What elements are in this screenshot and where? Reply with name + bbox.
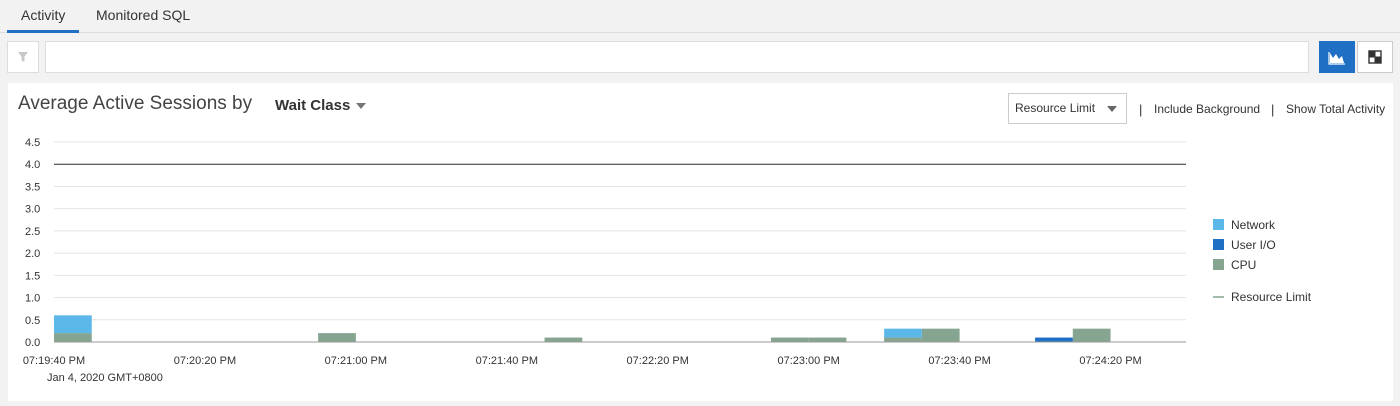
- x-tick-label: 07:22:20 PM: [627, 355, 689, 367]
- bar-cpu: [318, 333, 356, 342]
- y-tick-label: 0.5: [25, 315, 40, 327]
- x-tick-label: 07:19:40 PM: [23, 355, 85, 367]
- y-tick-label: 4.0: [25, 159, 40, 171]
- y-tick-label: 2.0: [25, 248, 40, 260]
- bar-cpu: [544, 337, 583, 342]
- legend-label: CPU: [1231, 258, 1256, 272]
- x-tick-label: 07:24:20 PM: [1079, 355, 1141, 367]
- legend-label: User I/O: [1231, 238, 1276, 252]
- legend-swatch: [1213, 219, 1224, 230]
- legend-label: Resource Limit: [1231, 290, 1312, 304]
- y-tick-label: 1.5: [25, 270, 40, 282]
- y-tick-label: 3.5: [25, 181, 40, 193]
- y-tick-label: 4.5: [25, 137, 40, 149]
- legend-swatch: [1213, 259, 1224, 270]
- y-tick-label: 2.5: [25, 226, 40, 238]
- x-tick-label: 07:20:20 PM: [174, 355, 236, 367]
- x-tick-label: 07:23:00 PM: [777, 355, 839, 367]
- bar-cpu: [54, 333, 92, 342]
- y-tick-label: 3.0: [25, 204, 40, 216]
- x-date-label: Jan 4, 2020 GMT+0800: [47, 372, 163, 384]
- y-tick-label: 0.0: [25, 337, 40, 349]
- bar-network: [54, 315, 92, 334]
- y-tick-label: 1.0: [25, 293, 40, 305]
- bar-user-i-o: [1035, 337, 1073, 342]
- legend-swatch: [1213, 239, 1224, 250]
- bar-cpu: [770, 337, 809, 342]
- bar-cpu: [884, 337, 922, 342]
- x-tick-label: 07:21:40 PM: [476, 355, 538, 367]
- average-active-sessions-chart: 0.0 0.5 1.0 1.5 2.0 2.5 3.0 3.5 4.0 4.5 07:19:40 P…: [23, 137, 1312, 384]
- bar-cpu: [808, 337, 847, 342]
- x-tick-label: 07:23:40 PM: [928, 355, 990, 367]
- bar-network: [884, 328, 922, 338]
- bar-cpu: [921, 328, 960, 342]
- x-tick-label: 07:21:00 PM: [325, 355, 387, 367]
- bar-cpu: [1072, 328, 1111, 342]
- legend-label: Network: [1231, 218, 1276, 232]
